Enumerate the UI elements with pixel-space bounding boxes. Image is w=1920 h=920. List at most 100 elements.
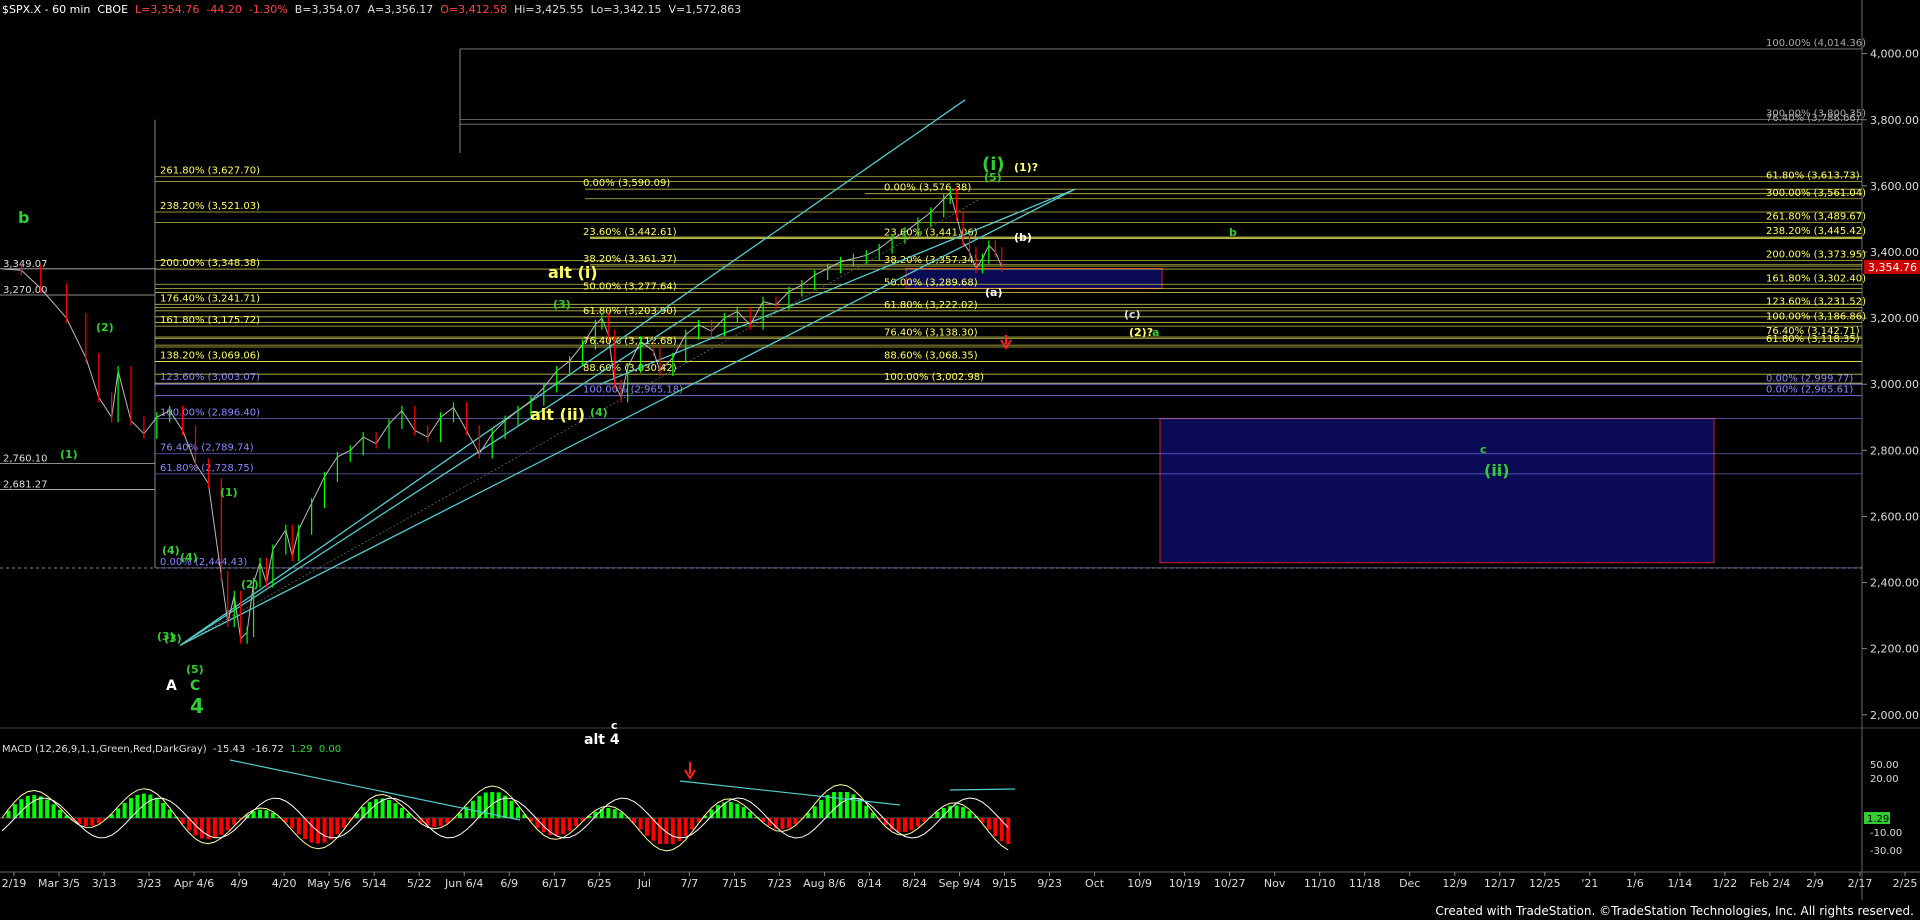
x-tick-label: 2/25	[1893, 877, 1918, 890]
x-tick-label: Feb 2/4	[1750, 877, 1791, 890]
macd-value-1: -15.43	[213, 744, 246, 755]
fib-level-label: 0.00% (2,444.43)	[160, 557, 247, 568]
target-box-lower	[1159, 418, 1715, 564]
fib-level-label: 176.40% (3,241.71)	[160, 293, 260, 304]
macd-tick-label: 50.00	[1870, 760, 1899, 771]
x-tick-label: 10/9	[1127, 877, 1152, 890]
wave-label: (1)	[220, 486, 238, 499]
fib-level-label: 76.40% (3,112.68)	[583, 336, 677, 347]
x-tick-label: 12/17	[1484, 877, 1516, 890]
x-tick-label: Apr 4/6	[174, 877, 214, 890]
y-tick-label: 2,200.00	[1870, 643, 1919, 656]
wave-label: b	[1229, 226, 1237, 239]
x-tick-label: 5/14	[362, 877, 387, 890]
copyright-footer: Created with TradeStation. ©TradeStation…	[1435, 904, 1914, 918]
chart-stage[interactable]: $SPX.X - 60 min CBOE L=3,354.76 -44.20 -…	[0, 0, 1920, 920]
fib-level-label: 161.80% (3,302.40)	[1766, 273, 1866, 284]
fib-level-label: 261.80% (3,627.70)	[160, 166, 260, 177]
x-tick-label: 3/23	[137, 877, 162, 890]
macd-title: MACD (12,26,9,1,1,Green,Red,DarkGray)	[2, 744, 207, 755]
fib-level-label: 61.80% (3,222.02)	[884, 300, 978, 311]
y-tick-label: 3,800.00	[1870, 114, 1919, 127]
price-chart[interactable]: 4,000.00 3,800.00 3,600.00 3,400.00 3,200.00…	[0, 0, 1920, 920]
fib-level-label: 76.40% (2,789.74)	[160, 443, 254, 454]
fib-level-label: 238.20% (3,521.03)	[160, 201, 260, 212]
x-tick-label: 8/24	[902, 877, 927, 890]
y-tick-label: 2,800.00	[1870, 444, 1919, 457]
wave-label: (2)	[241, 578, 259, 591]
x-tick-label: 10/19	[1169, 877, 1201, 890]
fib-level-label: 76.40% (3,786.66)	[1766, 113, 1860, 124]
fib-level-label: 100.00% (4,014.36)	[1766, 38, 1866, 49]
x-tick-label: '21	[1581, 877, 1598, 890]
macd-panel	[0, 728, 1920, 920]
macd-current-label: 1.29	[1867, 814, 1889, 825]
wave-label: (1)?	[1014, 161, 1038, 174]
x-tick-label: 11/18	[1349, 877, 1381, 890]
trend-channel-line	[179, 99, 966, 646]
fib-level-label: 123.60% (3,003.07)	[160, 372, 260, 383]
x-tick-label: 6/17	[542, 877, 567, 890]
x-tick-label: Mar 3/5	[38, 877, 80, 890]
wave-label: (4)	[180, 551, 198, 564]
fib-level-label: 0.00% (2,999.77)	[1766, 373, 1853, 384]
macd-tick-label: -10.00	[1870, 828, 1902, 839]
wave-label: c	[1480, 443, 1487, 456]
wave-label: alt (i)	[548, 263, 598, 282]
wave-label: (a)	[985, 286, 1002, 299]
wave-label: b	[18, 208, 29, 227]
x-tick-label: 7/15	[722, 877, 747, 890]
macd-tick-label: 20.00	[1870, 774, 1899, 785]
y-tick-label: 2,000.00	[1870, 709, 1919, 722]
left-level-label: 2,760.10	[3, 454, 48, 465]
wave-label: A	[166, 678, 177, 694]
y-tick-label: 2,400.00	[1870, 577, 1919, 590]
fib-level-label: 61.80% (3,613.73)	[1766, 170, 1860, 181]
x-tick-label: 5/22	[407, 877, 432, 890]
fib-level-label: 61.80% (3,118.35)	[1766, 334, 1860, 345]
fib-level-label: 50.00% (3,277.64)	[583, 281, 677, 292]
wave-label: (2)	[96, 321, 114, 334]
x-tick-label: 11/10	[1304, 877, 1336, 890]
x-tick-label: 6/25	[587, 877, 612, 890]
fib-level-label: 261.80% (3,489.67)	[1766, 211, 1866, 222]
macd-header: MACD (12,26,9,1,1,Green,Red,DarkGray) -1…	[2, 744, 341, 755]
y-tick-label: 3,200.00	[1870, 312, 1919, 325]
x-tick-label: 4/20	[272, 877, 297, 890]
x-tick-label: 12/9	[1442, 877, 1467, 890]
fib-level-label: 0.00% (3,576.38)	[884, 183, 971, 194]
fib-level-label: 61.80% (3,203.90)	[583, 306, 677, 317]
x-tick-label: 9/23	[1037, 877, 1062, 890]
x-tick-label: 1/6	[1626, 877, 1644, 890]
fib-level-label: 100.00% (3,002.98)	[884, 372, 984, 383]
x-tick-label: Dec	[1399, 877, 1420, 890]
x-tick-label: 6/9	[500, 877, 518, 890]
x-tick-label: 2/19	[2, 877, 27, 890]
x-tick-label: 12/25	[1529, 877, 1561, 890]
wave-label: (4)	[162, 544, 180, 557]
wave-label: (b)	[1014, 231, 1032, 244]
wave-label: c	[611, 719, 618, 732]
y-tick-label: 3,600.00	[1870, 180, 1919, 193]
wave-label: (5)	[186, 663, 204, 676]
y-tick-label: 4,000.00	[1870, 48, 1919, 61]
fib-level-label: 300.00% (3,561.04)	[1766, 188, 1866, 199]
last-price-label: 3,354.76	[1868, 261, 1917, 274]
x-tick-label: 4/9	[230, 877, 248, 890]
wave-label: 4	[190, 694, 204, 718]
fib-level-label: 100.00% (3,186.86)	[1766, 311, 1866, 322]
x-tick-label: Nov	[1264, 877, 1286, 890]
x-tick-label: 2/9	[1806, 877, 1824, 890]
x-tick-label: Jul	[637, 877, 651, 890]
x-tick-label: Oct	[1085, 877, 1105, 890]
y-tick-label: 2,600.00	[1870, 510, 1919, 523]
fib-level-label: 0.00% (2,965.61)	[1766, 385, 1853, 396]
x-tick-label: Sep 9/4	[939, 877, 981, 890]
price-line	[1, 191, 1003, 640]
x-tick-label: Jun 6/4	[444, 877, 483, 890]
fib-level-label: 88.60% (3,068.35)	[884, 351, 978, 362]
macd-value-2: -16.72	[251, 744, 284, 755]
x-tick-label: May 5/6	[307, 877, 351, 890]
macd-tick-label: -30.00	[1870, 846, 1902, 857]
fib-level-label: 76.40% (3,138.30)	[884, 328, 978, 339]
